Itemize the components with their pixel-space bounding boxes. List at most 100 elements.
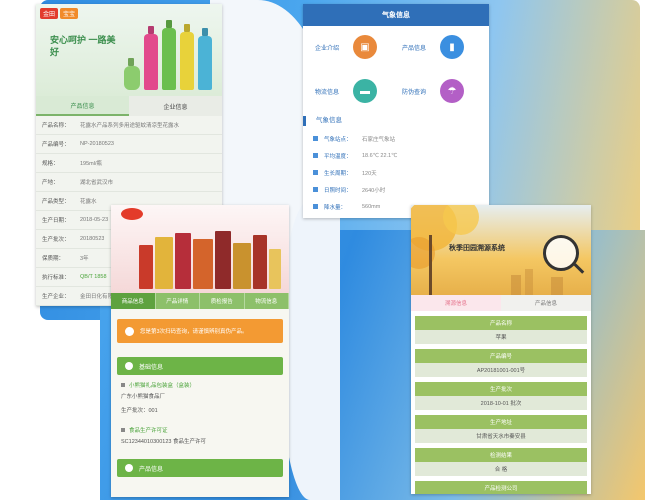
info-key: 生产批次： [42, 237, 70, 243]
product-banner: 金田 宝宝 安心呵护 一路美好 [36, 4, 222, 96]
function-logistics[interactable]: 物流信息 ▬ [309, 76, 396, 106]
weather-key: 降水量： [324, 204, 347, 211]
tab-company-info[interactable]: 企业信息 [129, 96, 222, 116]
trace-block-head: 产品名称 [415, 316, 587, 330]
weather-value: 560mm [362, 203, 381, 210]
function-label: 企业介绍 [314, 45, 339, 52]
gift-box-image [253, 235, 267, 289]
product-bottle-image [162, 28, 176, 90]
trace-block-head: 产品检测公司 [415, 481, 587, 494]
weather-value: 120天 [362, 170, 377, 177]
background-wave-lower [280, 200, 340, 500]
tab-product-info[interactable]: 产品信息 [36, 96, 129, 116]
gift-box-trace-screen: 商品信息 产品详情 质检报告 物流信息 您是第3次扫码查询，请谨慎辨别真伪产品。… [111, 205, 289, 497]
function-company[interactable]: 企业介绍 ▣ [309, 32, 396, 62]
bullet-icon [121, 428, 125, 432]
gift-banner [111, 205, 289, 293]
tab-product-detail[interactable]: 产品详情 [156, 293, 200, 309]
brand-logo-part: 宝宝 [60, 8, 79, 19]
info-key: 产品编号： [42, 142, 70, 148]
trace-block-value: 2018-10-01 批次 [415, 396, 587, 410]
banner-title: 秋季田园溯源系统 [449, 245, 505, 252]
info-row: 产品名称： 花露水产品系列多用途驱蚊清凉型花露水 [36, 116, 222, 135]
info-key: 产品名称： [42, 123, 70, 129]
weather-info-screen: 气象信息 企业介绍 ▣ 产品信息 ▮ 物流信息 ▬ 防伪查询 ☂ 气象信息 气象… [303, 4, 489, 218]
bullet-icon [313, 187, 318, 192]
tab-trace-info[interactable]: 溯源信息 [411, 295, 501, 311]
brand-logo: 金田 宝宝 [40, 8, 79, 19]
gift-box-image [215, 231, 231, 289]
item-title: 小熊猫礼品包装盒（盒装） [129, 383, 196, 389]
trace-block-value: 合 格 [415, 462, 587, 476]
trace-block: 生产批次 2018-10-01 批次 [415, 377, 587, 410]
weather-key: 生长周期： [324, 170, 352, 177]
scan-alert-text: 您是第3次扫码查询，请谨慎辨别真伪产品。 [140, 329, 248, 335]
info-key: 规格： [42, 161, 59, 167]
brand-logo-part: 金田 [40, 8, 59, 19]
brand-logo [121, 208, 143, 220]
section-basic-info[interactable]: 基础信息 [117, 357, 283, 375]
info-value: 3年 [80, 256, 89, 262]
gift-box-image [139, 245, 153, 289]
trace-block-head: 生产批次 [415, 382, 587, 396]
tab-logistics[interactable]: 物流信息 [245, 293, 289, 309]
page-title: 气象信息 [303, 4, 489, 26]
trace-block-head: 产品编号 [415, 349, 587, 363]
function-label: 防伪查询 [401, 89, 426, 96]
bullet-icon [313, 170, 318, 175]
section-title: 基础信息 [139, 364, 164, 371]
item-extra: 生产批次：001 [121, 408, 158, 414]
info-tabs: 产品信息 企业信息 [36, 96, 222, 116]
function-label: 产品信息 [401, 45, 426, 52]
section-product-info[interactable]: 产品信息 [117, 459, 283, 477]
info-row: 规格： 195ml/瓶 [36, 154, 222, 173]
weather-value: 2640小时 [362, 187, 386, 194]
license-item: 食品生产许可证 SC12344010300123 食品生产许可 [121, 426, 279, 445]
product-bottle-image [198, 36, 212, 90]
product-bottle-image [180, 32, 194, 90]
weather-row: 平均温度： 18.6℃ 22.1℃ [303, 147, 489, 164]
product-jar-image [124, 66, 140, 90]
trace-block: 产品编号 AP20181001-001号 [415, 344, 587, 377]
info-key: 保质期： [42, 256, 65, 262]
weather-value: 18.6℃ 22.1℃ [362, 152, 398, 159]
scan-alert: 您是第3次扫码查询，请谨慎辨别真伪产品。 [117, 319, 283, 343]
gift-box-image [269, 249, 281, 289]
trace-block-head: 生产地址 [415, 415, 587, 429]
info-value: 2018-05-23 [80, 217, 109, 223]
autumn-banner: 秋季田园溯源系统 [411, 205, 591, 295]
info-value: 195ml/瓶 [80, 161, 103, 167]
trace-block: 产品检测公司 [415, 476, 587, 494]
basic-info-item: 小熊猫礼品包装盒（盒装） 广东小熊猫食品厂 生产批次：001 [121, 381, 279, 414]
trace-block: 生产地址 甘肃省天水市秦安县 [415, 410, 587, 443]
trace-block-value: AP20181001-001号 [415, 363, 587, 377]
section-title: 气象信息 [303, 116, 489, 126]
tab-product-info[interactable]: 产品信息 [501, 295, 591, 311]
weather-key: 气象站点： [324, 136, 352, 143]
info-value: QB/T 1858 [80, 274, 107, 280]
tab-goods-info[interactable]: 商品信息 [111, 293, 156, 309]
bottle-icon: ▮ [440, 35, 464, 59]
trace-info-list: 产品名称 苹果 产品编号 AP20181001-001号 生产批次 2018-10-01 … [411, 311, 591, 494]
weather-value: 石家庄气象站 [362, 136, 396, 143]
section-title: 产品信息 [139, 466, 164, 473]
item-subtitle: 广东小熊猫食品厂 [121, 394, 166, 400]
info-key: 生产日期： [42, 218, 70, 224]
trace-tabs: 溯源信息 产品信息 [411, 295, 591, 311]
function-product[interactable]: 产品信息 ▮ [396, 32, 483, 62]
tab-quality-report[interactable]: 质检报告 [200, 293, 245, 309]
weather-key: 日照时间： [324, 187, 352, 194]
weather-row: 日照时间： 2640小时 [303, 181, 489, 198]
trace-block: 检测结果合 格 [415, 443, 587, 476]
function-label: 物流信息 [314, 89, 339, 96]
info-key: 执行标准： [42, 275, 70, 281]
trace-block: 产品名称 苹果 [415, 311, 587, 344]
banner-slogan: 安心呵护 一路美好 [50, 35, 116, 57]
info-value: 20180523 [80, 236, 105, 242]
bullet-icon [313, 153, 318, 158]
trace-block-head: 检测结果 [415, 448, 587, 462]
function-grid: 企业介绍 ▣ 产品信息 ▮ 物流信息 ▬ 防伪查询 ☂ [303, 26, 489, 106]
function-anticounterfeit[interactable]: 防伪查询 ☂ [396, 76, 483, 106]
bullet-icon [121, 383, 125, 387]
info-key: 产品类型： [42, 199, 70, 205]
